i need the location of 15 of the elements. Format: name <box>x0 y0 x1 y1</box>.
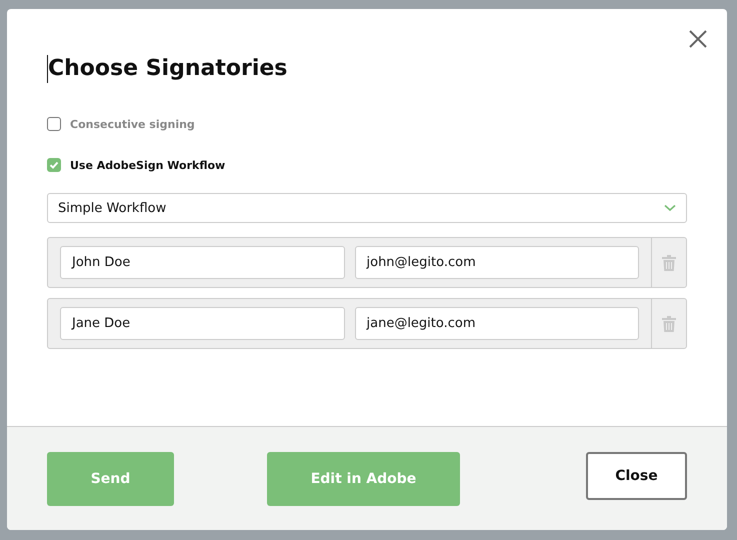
trash-icon[interactable] <box>662 254 676 270</box>
close-icon[interactable] <box>688 29 708 49</box>
dialog-title: Choose Signatories <box>47 55 687 83</box>
name-field[interactable]: Jane Doe <box>60 307 344 340</box>
chevron-icon <box>664 204 676 212</box>
close-button[interactable]: Close <box>586 452 687 500</box>
checkbox[interactable] <box>47 117 61 131</box>
email-field[interactable]: john@legito.com <box>354 246 639 279</box>
name-field[interactable]: John Doe <box>60 246 344 279</box>
checkbox-label: Use AdobeSign Workflow <box>70 158 226 172</box>
email-field[interactable]: jane@legito.com <box>354 307 639 340</box>
trash-icon[interactable] <box>662 316 676 332</box>
checkbox[interactable] <box>47 158 61 172</box>
workflow-select[interactable]: Simple Workflow <box>47 193 687 223</box>
checkbox-label: Consecutive signing <box>70 118 195 130</box>
